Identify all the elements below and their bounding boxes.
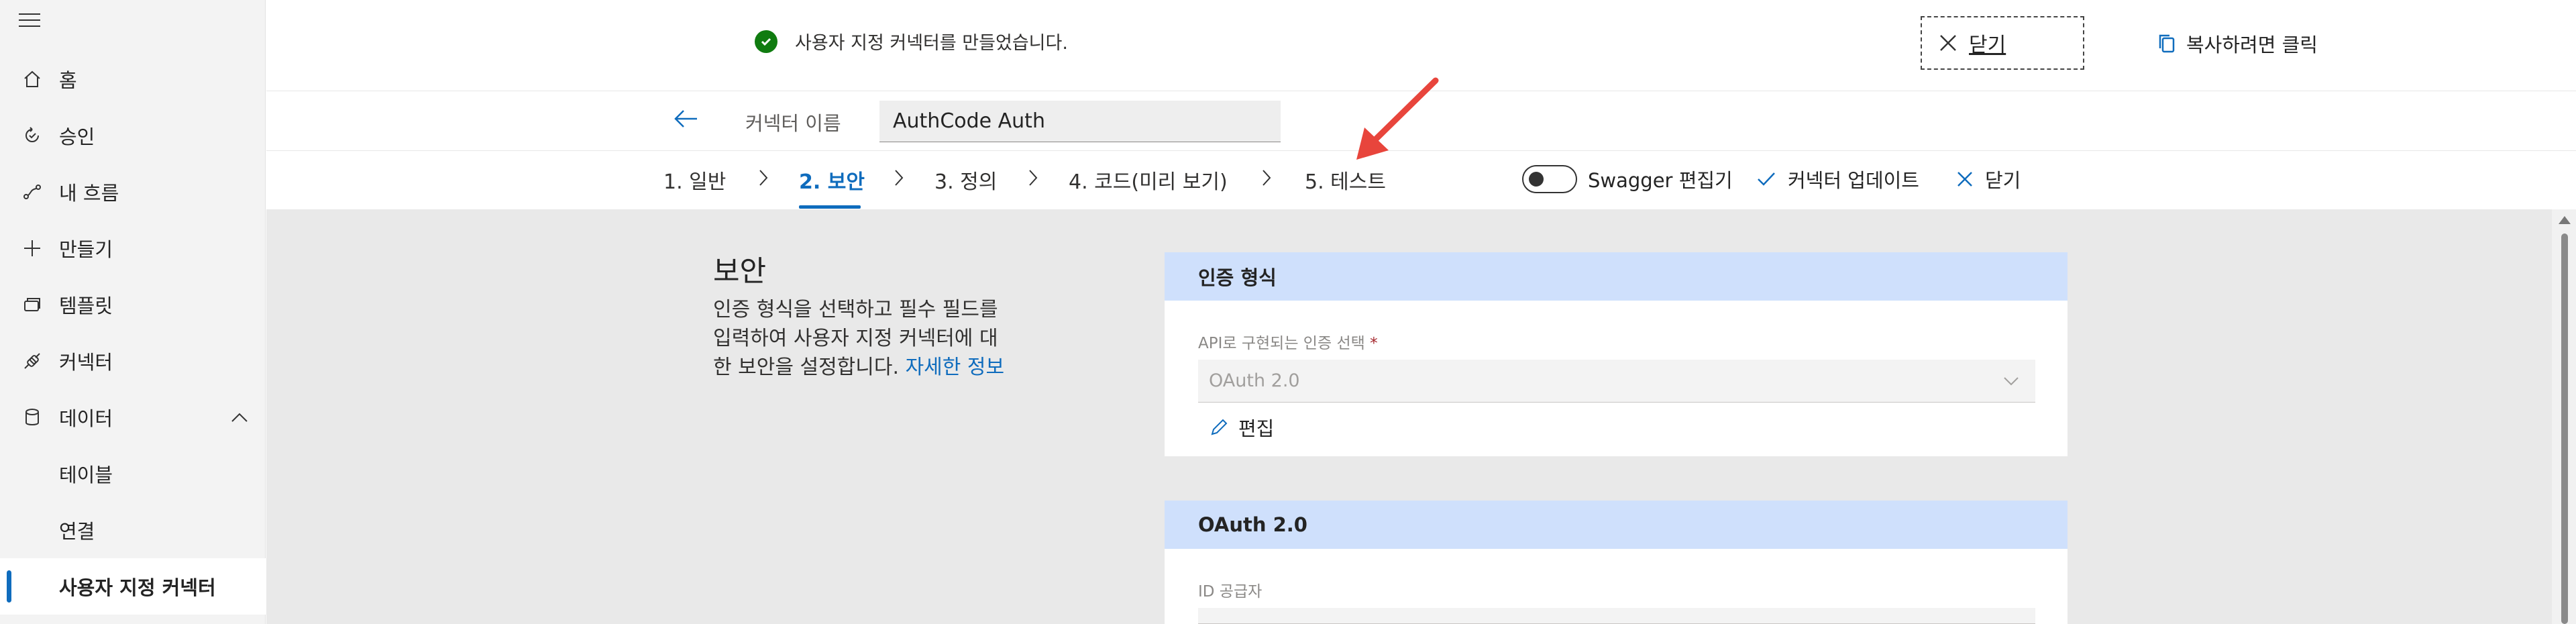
update-connector-label: 커넥터 업데이트: [1788, 169, 1919, 192]
active-tab-underline: [799, 205, 861, 209]
auth-field-label: API로 구현되는 인증 선택 *: [1198, 335, 1378, 352]
identity-provider-label: ID 공급자: [1198, 583, 1263, 601]
sidebar-item-label: 승인: [59, 125, 95, 148]
auth-type-dropdown[interactable]: OAuth 2.0: [1198, 360, 2035, 403]
chevron-right-icon: [1263, 170, 1271, 186]
checkmark-icon: [1758, 172, 1775, 186]
tab-definition[interactable]: 3. 정의: [934, 165, 997, 195]
oauth-header: OAuth 2.0: [1165, 501, 2068, 549]
annotation-arrow-icon: [1356, 77, 1439, 160]
active-indicator: [7, 570, 11, 603]
sidebar-item-home[interactable]: 홈: [0, 51, 266, 107]
edit-button[interactable]: 편집: [1209, 413, 1274, 441]
tab-test[interactable]: 5. 테스트: [1305, 165, 1386, 195]
sidebar-item-custom-connectors[interactable]: 사용자 지정 커넥터: [0, 558, 266, 615]
vertical-scrollbar[interactable]: [2552, 209, 2576, 624]
sidebar-item-label: 사용자 지정 커넥터: [59, 576, 216, 599]
connector-icon: [19, 348, 46, 374]
auth-type-selected: OAuth 2.0: [1209, 370, 1300, 391]
sidebar-item-label: 연결: [59, 520, 95, 543]
update-connector-button[interactable]: 커넥터 업데이트: [1756, 165, 1919, 193]
sidebar-item-connectors[interactable]: 커넥터: [0, 333, 266, 389]
sidebar-item-approvals[interactable]: 승인: [0, 107, 266, 164]
banner-close-label: 닫기: [1969, 34, 2006, 57]
sidebar: 홈 승인 내 흐름 만들기 템플릿 커넥터 데이터 테이블 연결 사용자 지정 …: [0, 0, 266, 624]
learn-more-link[interactable]: 자세한 정보: [906, 356, 1005, 379]
banner-close-button[interactable]: 닫기: [1921, 16, 2084, 70]
tab-general[interactable]: 1. 일반: [663, 165, 726, 195]
success-check-icon: [755, 30, 777, 53]
sidebar-item-connections[interactable]: 연결: [0, 502, 266, 558]
hamburger-menu-icon[interactable]: [19, 13, 42, 31]
oauth-card: OAuth 2.0 ID 공급자: [1165, 501, 2068, 624]
pencil-icon: [1211, 419, 1228, 435]
sidebar-item-label: 템플릿: [59, 295, 113, 317]
auth-type-header: 인증 형식: [1165, 252, 2068, 301]
sidebar-item-label: 커넥터: [59, 351, 113, 374]
chevron-up-icon[interactable]: [228, 407, 251, 429]
chevron-down-icon: [2004, 377, 2019, 386]
chevron-right-icon: [1029, 170, 1038, 186]
sidebar-item-label: 만들기: [59, 238, 113, 261]
flow-icon: [19, 178, 46, 205]
approvals-icon: [19, 122, 46, 149]
database-icon: [19, 404, 46, 431]
sidebar-item-data[interactable]: 데이터: [0, 389, 266, 446]
tab-security[interactable]: 2. 보안: [799, 165, 865, 195]
copy-label: 복사하려면 클릭: [2186, 34, 2318, 56]
sidebar-item-label: 내 흐름: [59, 182, 119, 205]
close-icon: [1940, 35, 1956, 51]
success-message-text: 사용자 지정 커넥터를 만들었습니다.: [795, 33, 1068, 54]
auth-type-card: 인증 형식 API로 구현되는 인증 선택 * OAuth 2.0 편집: [1165, 252, 2068, 456]
edit-label: 편집: [1238, 417, 1275, 440]
chevron-right-icon: [895, 170, 904, 186]
close-label: 닫기: [1985, 169, 2021, 192]
back-arrow-icon[interactable]: [672, 105, 700, 132]
copy-icon: [2159, 34, 2175, 53]
connector-name-input[interactable]: [879, 101, 1281, 142]
connector-name-label: 커넥터 이름: [745, 112, 841, 135]
close-icon: [1957, 172, 1972, 187]
sidebar-item-label: 테이블: [59, 464, 113, 486]
success-message: 사용자 지정 커넥터를 만들었습니다.: [755, 28, 1068, 54]
swagger-editor-label: Swagger 편집기: [1588, 169, 1733, 192]
sidebar-item-label: 홈: [59, 69, 77, 92]
home-icon: [19, 66, 46, 93]
section-title: 보안: [713, 255, 767, 289]
sidebar-item-create[interactable]: 만들기: [0, 220, 266, 276]
copy-button[interactable]: 복사하려면 클릭: [2157, 30, 2318, 58]
sidebar-item-tables[interactable]: 테이블: [0, 446, 266, 502]
chevron-right-icon: [759, 170, 768, 186]
swagger-editor-toggle[interactable]: [1522, 165, 1577, 193]
templates-icon: [19, 291, 46, 318]
sidebar-item-templates[interactable]: 템플릿: [0, 276, 266, 333]
sidebar-item-label: 데이터: [59, 407, 113, 430]
tab-code-preview[interactable]: 4. 코드(미리 보기): [1069, 165, 1228, 195]
sidebar-item-my-flows[interactable]: 내 흐름: [0, 164, 266, 220]
section-description: 인증 형식을 선택하고 필수 필드를 입력하여 사용자 지정 커넥터에 대 한 …: [713, 298, 1005, 379]
plus-icon: [19, 235, 46, 262]
close-button[interactable]: 닫기: [1955, 165, 2021, 193]
identity-provider-dropdown[interactable]: [1198, 608, 2035, 624]
